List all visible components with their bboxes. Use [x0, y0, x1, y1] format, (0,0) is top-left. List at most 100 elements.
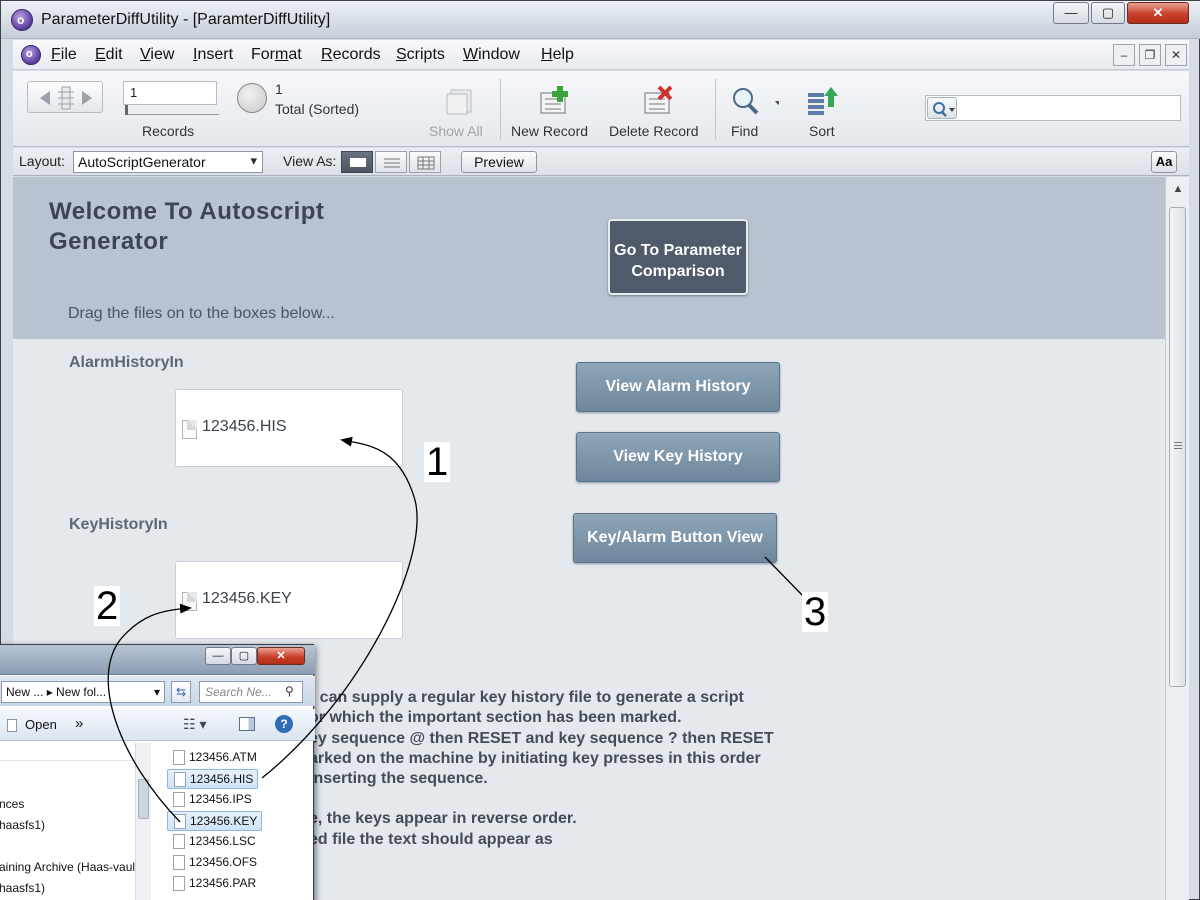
explorer-title-bar: — ▢ ✕ [0, 645, 315, 675]
screenshot-stage: o ParameterDiffUtility - [ParamterDiffUt… [0, 0, 1200, 900]
breadcrumb[interactable]: New ... ▸ New fol... ▾ [1, 681, 165, 703]
mdi-restore-button[interactable]: ❐ [1139, 44, 1161, 66]
search-icon: ⚲ [285, 684, 294, 698]
nav-item[interactable]: haasfs1) [0, 881, 45, 895]
nav-item[interactable]: nces [0, 797, 24, 811]
window-title: ParameterDiffUtility - [ParamterDiffUtil… [41, 11, 331, 28]
nav-item[interactable]: haasfs1) [0, 818, 45, 832]
file-icon [174, 772, 186, 787]
description-line: e, the keys appear in reverse order. [309, 810, 577, 827]
help-icon[interactable]: ? [275, 715, 293, 733]
delete-record-button[interactable]: Delete Record [609, 123, 699, 139]
current-record-input[interactable]: 1 [123, 81, 217, 105]
breadcrumb-item[interactable]: New fol... [56, 685, 106, 699]
view-as-table-button[interactable] [409, 151, 441, 173]
file-icon [173, 876, 185, 891]
view-as-list-button[interactable] [375, 151, 407, 173]
explorer-navigation-pane: nces haasfs1) aining Archive (Haas-vault… [0, 743, 151, 900]
key-history-container-field[interactable]: 123456.KEY [175, 561, 403, 639]
preview-pane-icon[interactable] [239, 717, 255, 731]
page-title-line: Welcome To Autoscript [49, 198, 325, 225]
go-to-parameter-comparison-button[interactable]: Go To Parameter Comparison [608, 219, 748, 295]
toolbar-separator [715, 79, 716, 139]
chevron-down-icon[interactable]: ▾ [154, 685, 160, 699]
mdi-close-button[interactable]: ✕ [1165, 44, 1187, 66]
file-item[interactable]: 123456.OFS [167, 853, 261, 873]
mdi-minimize-button[interactable]: – [1113, 44, 1135, 66]
layout-bar: Layout: AutoScriptGenerator View As: Pre… [13, 148, 1189, 176]
alarm-history-label: AlarmHistoryIn [69, 354, 184, 371]
scroll-thumb[interactable] [1169, 207, 1186, 687]
breadcrumb-item[interactable]: New ... [6, 685, 43, 699]
sort-button[interactable]: Sort [809, 123, 835, 139]
menu-view[interactable]: View [140, 46, 174, 64]
key-file-name: 123456.KEY [202, 590, 292, 607]
more-commands-button[interactable]: » [75, 715, 83, 732]
file-name: 123456.PAR [189, 876, 257, 890]
explorer-command-bar: Open » ☷ ▾ ? [0, 709, 315, 741]
view-options-icon[interactable]: ☷ ▾ [183, 716, 206, 733]
alarm-history-container-field[interactable]: 123456.HIS [175, 389, 403, 467]
preview-button[interactable]: Preview [461, 151, 537, 173]
file-item[interactable]: 123456.LSC [167, 832, 260, 852]
view-as-label: View As: [283, 153, 337, 169]
view-key-history-button[interactable]: View Key History [576, 432, 780, 482]
menu-insert[interactable]: Insert [193, 46, 233, 64]
scroll-up-arrow-icon[interactable]: ▲ [1170, 183, 1186, 199]
chevron-right-icon: ▸ [46, 685, 57, 699]
explorer-minimize-button[interactable]: — [205, 647, 231, 665]
record-book-navigator[interactable] [27, 81, 103, 113]
new-record-button[interactable]: New Record [511, 123, 588, 139]
nav-scroll-thumb[interactable] [138, 779, 149, 819]
record-slider[interactable] [125, 105, 219, 115]
minimize-button[interactable]: — [1053, 2, 1089, 24]
key-history-label: KeyHistoryIn [69, 516, 168, 533]
quick-find-search-icon[interactable] [927, 97, 957, 119]
refresh-icon[interactable]: ⇆ [171, 681, 191, 703]
window-controls: — ▢ ✕ [1053, 2, 1193, 24]
drag-hint: Drag the files on to the boxes below... [68, 305, 335, 322]
menu-records[interactable]: Records [321, 46, 381, 64]
description-line: ed file the text should appear as [309, 831, 553, 848]
file-item[interactable]: 123456.ATM [167, 748, 261, 768]
text-formatting-button[interactable]: Aa [1151, 151, 1177, 173]
menu-edit[interactable]: Edit [95, 46, 123, 64]
file-item[interactable]: 123456.PAR [167, 874, 260, 894]
layout-header: Welcome To Autoscript Generator Go To Pa… [13, 177, 1165, 339]
menu-format[interactable]: Format [251, 46, 302, 64]
explorer-close-button[interactable]: ✕ [257, 647, 305, 665]
file-item[interactable]: 123456.IPS [167, 790, 256, 810]
quick-find-input[interactable] [925, 95, 1181, 121]
find-button[interactable]: Find [731, 123, 758, 139]
view-alarm-history-button[interactable]: View Alarm History [576, 362, 780, 412]
maximize-button[interactable]: ▢ [1091, 2, 1125, 24]
title-bar: o ParameterDiffUtility - [ParamterDiffUt… [1, 1, 1200, 39]
file-item-selected[interactable]: 123456.HIS [167, 769, 259, 789]
menu-scripts[interactable]: Scripts [396, 46, 445, 64]
menu-file[interactable]: File [51, 46, 77, 64]
file-name: 123456.ATM [189, 750, 257, 764]
file-name: 123456.IPS [189, 792, 252, 806]
button-label-line: Go To Parameter [614, 242, 742, 259]
show-all-button[interactable]: Show All [429, 123, 483, 139]
open-button[interactable]: Open [25, 717, 57, 732]
file-icon [173, 855, 185, 870]
annotation-label-3: 3 [802, 590, 829, 634]
key-alarm-button-view-button[interactable]: Key/Alarm Button View [573, 513, 777, 563]
menu-window[interactable]: Window [463, 46, 520, 64]
nav-item[interactable]: aining Archive (Haas-vault [0, 860, 138, 874]
page-title-line: Generator [49, 228, 169, 255]
file-icon [173, 834, 185, 849]
vertical-scrollbar[interactable]: ▲ [1165, 177, 1189, 900]
view-as-form-button[interactable] [341, 151, 373, 173]
nav-scrollbar[interactable] [135, 743, 151, 900]
file-explorer-window: — ▢ ✕ New ... ▸ New fol... ▾ ⇆ Search Ne… [0, 644, 315, 900]
button-label-line: Comparison [631, 263, 725, 280]
close-button[interactable]: ✕ [1127, 2, 1189, 24]
file-item-selected[interactable]: 123456.KEY [167, 811, 263, 831]
menu-help[interactable]: Help [541, 46, 574, 64]
new-record-icon [537, 85, 571, 115]
layout-dropdown[interactable]: AutoScriptGenerator [73, 151, 263, 173]
explorer-maximize-button[interactable]: ▢ [231, 647, 257, 665]
record-pie-icon [237, 83, 267, 113]
